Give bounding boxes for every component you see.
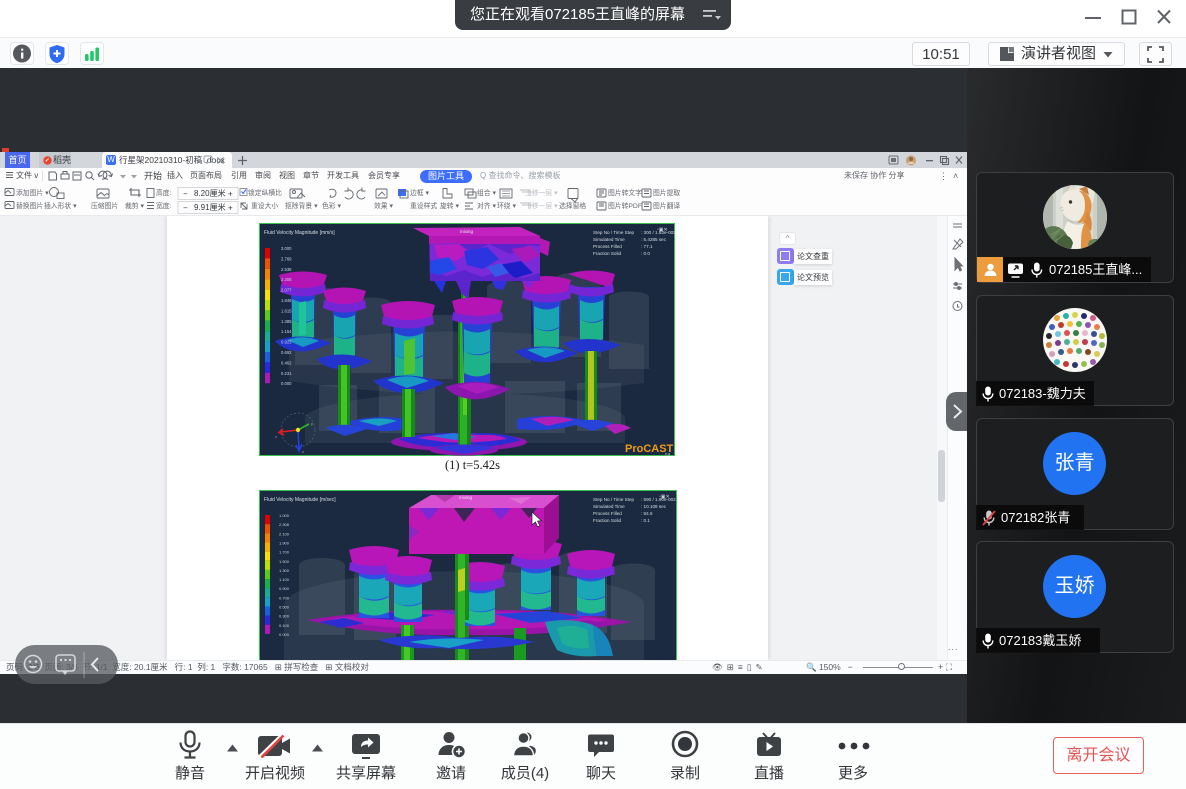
svg-text:0.692: 0.692	[281, 350, 292, 355]
svg-text:2.077: 2.077	[281, 288, 292, 293]
svg-text:y: y	[311, 421, 313, 426]
svg-text:0.500: 0.500	[279, 605, 290, 610]
svg-text:e-g: e-g	[665, 452, 670, 456]
svg-text:旋转 ▾: 旋转 ▾	[440, 201, 459, 210]
svg-text:Step No / Time Step: Step No / Time Step	[593, 497, 635, 502]
svg-text:效果 ▾: 效果 ▾	[374, 201, 393, 210]
svg-text:0.000: 0.000	[281, 381, 292, 386]
svg-text:重设大小: 重设大小	[251, 201, 278, 210]
svg-text:替换图片: 替换图片	[16, 201, 43, 210]
svg-text:1.615: 1.615	[281, 308, 292, 313]
svg-text:0.462: 0.462	[281, 360, 292, 365]
svg-text:−: −	[183, 190, 188, 199]
svg-text:压缩图片: 压缩图片	[91, 201, 118, 210]
svg-text:0.923: 0.923	[281, 340, 292, 345]
svg-text:mixing: mixing	[460, 229, 474, 234]
svg-text:1.846: 1.846	[281, 298, 292, 303]
svg-text:: 5.4285 sec: : 5.4285 sec	[641, 237, 667, 242]
svg-text:Simulated Time: Simulated Time	[593, 504, 625, 509]
svg-text:0.300: 0.300	[279, 614, 290, 619]
svg-text:0.900: 0.900	[279, 586, 290, 591]
svg-text:Process Filled: Process Filled	[593, 511, 622, 516]
svg-text:1.000: 1.000	[279, 513, 290, 518]
svg-text:插入形状 ▾: 插入形状 ▾	[44, 201, 77, 210]
svg-text:0.100: 0.100	[279, 623, 290, 628]
svg-text:1.500: 1.500	[279, 559, 290, 564]
svg-text:2.769: 2.769	[281, 256, 292, 261]
svg-text:边框 ▾: 边框 ▾	[410, 188, 429, 197]
svg-text:环绕 ▾: 环绕 ▾	[497, 201, 516, 210]
svg-text:1.900: 1.900	[279, 541, 290, 546]
svg-text:Process Filled: Process Filled	[593, 244, 622, 249]
svg-text:图片翻译: 图片翻译	[653, 201, 680, 210]
svg-text:上移一层 ▾: 上移一层 ▾	[525, 188, 558, 197]
svg-text:Simulated Time: Simulated Time	[593, 237, 625, 242]
svg-text:色彩 ▾: 色彩 ▾	[322, 201, 341, 210]
svg-text:选择窗格: 选择窗格	[559, 201, 586, 210]
svg-text:+: +	[228, 204, 233, 213]
svg-text:Fraction Solid: Fraction Solid	[593, 518, 622, 523]
svg-text:Fraction Solid: Fraction Solid	[593, 251, 622, 256]
svg-text:宽度:: 宽度:	[156, 201, 172, 210]
svg-text:高度:: 高度:	[156, 188, 172, 197]
svg-text:▫▣✕: ▫▣✕	[657, 227, 668, 233]
svg-text:: 0.0: : 0.0	[641, 251, 650, 256]
svg-text:+: +	[228, 190, 233, 199]
svg-text:2.538: 2.538	[281, 267, 292, 272]
svg-text:图片提取: 图片提取	[653, 188, 680, 197]
svg-text:0.700: 0.700	[279, 595, 290, 600]
svg-text:1.154: 1.154	[281, 329, 292, 334]
svg-text:下移一层 ▾: 下移一层 ▾	[525, 201, 558, 210]
svg-text:重设样式: 重设样式	[410, 201, 437, 210]
svg-text:组合 ▾: 组合 ▾	[477, 188, 496, 197]
svg-text:抠除背景 ▾: 抠除背景 ▾	[285, 201, 318, 210]
svg-text:图片转PDF: 图片转PDF	[608, 201, 642, 210]
svg-text:1.385: 1.385	[281, 319, 292, 324]
svg-text:2.308: 2.308	[281, 277, 292, 282]
svg-text:0.231: 0.231	[281, 371, 292, 376]
svg-text:裁剪 ▾: 裁剪 ▾	[125, 201, 144, 210]
svg-text:0.000: 0.000	[279, 632, 290, 637]
svg-text:图片转文字: 图片转文字	[608, 188, 642, 197]
svg-text:x: x	[275, 434, 277, 439]
svg-text:Step No / Time Step: Step No / Time Step	[593, 230, 635, 235]
svg-text:2.100: 2.100	[279, 531, 290, 536]
svg-text:mixing: mixing	[459, 495, 473, 500]
svg-text:添加图片 ▾: 添加图片 ▾	[16, 188, 49, 197]
svg-text:对齐 ▾: 对齐 ▾	[477, 201, 496, 210]
svg-text:z: z	[302, 449, 304, 454]
svg-text:Fluid Velocity Magnitude [m/se: Fluid Velocity Magnitude [m/sec]	[264, 497, 336, 503]
svg-text:Fluid Velocity Magnitude [mm/s: Fluid Velocity Magnitude [mm/s]	[264, 230, 335, 236]
svg-text:▫▣✕: ▫▣✕	[659, 494, 670, 500]
svg-text:3.000: 3.000	[281, 246, 292, 251]
svg-text:−: −	[183, 204, 188, 213]
svg-text:9.91厘米: 9.91厘米	[194, 202, 226, 212]
svg-text:: 10.108 sec: : 10.108 sec	[641, 504, 667, 509]
svg-text:1.300: 1.300	[279, 568, 290, 573]
svg-text:8.20厘米: 8.20厘米	[194, 188, 226, 198]
svg-text:1.700: 1.700	[279, 550, 290, 555]
svg-text:2.308: 2.308	[279, 522, 290, 527]
svg-text:: 77.1: : 77.1	[641, 244, 653, 249]
svg-text:: 84.6: : 84.6	[641, 511, 653, 516]
svg-text:锁定纵横比: 锁定纵横比	[248, 188, 282, 197]
svg-text:1.100: 1.100	[279, 577, 290, 582]
svg-text:: 0.1: : 0.1	[641, 518, 650, 523]
